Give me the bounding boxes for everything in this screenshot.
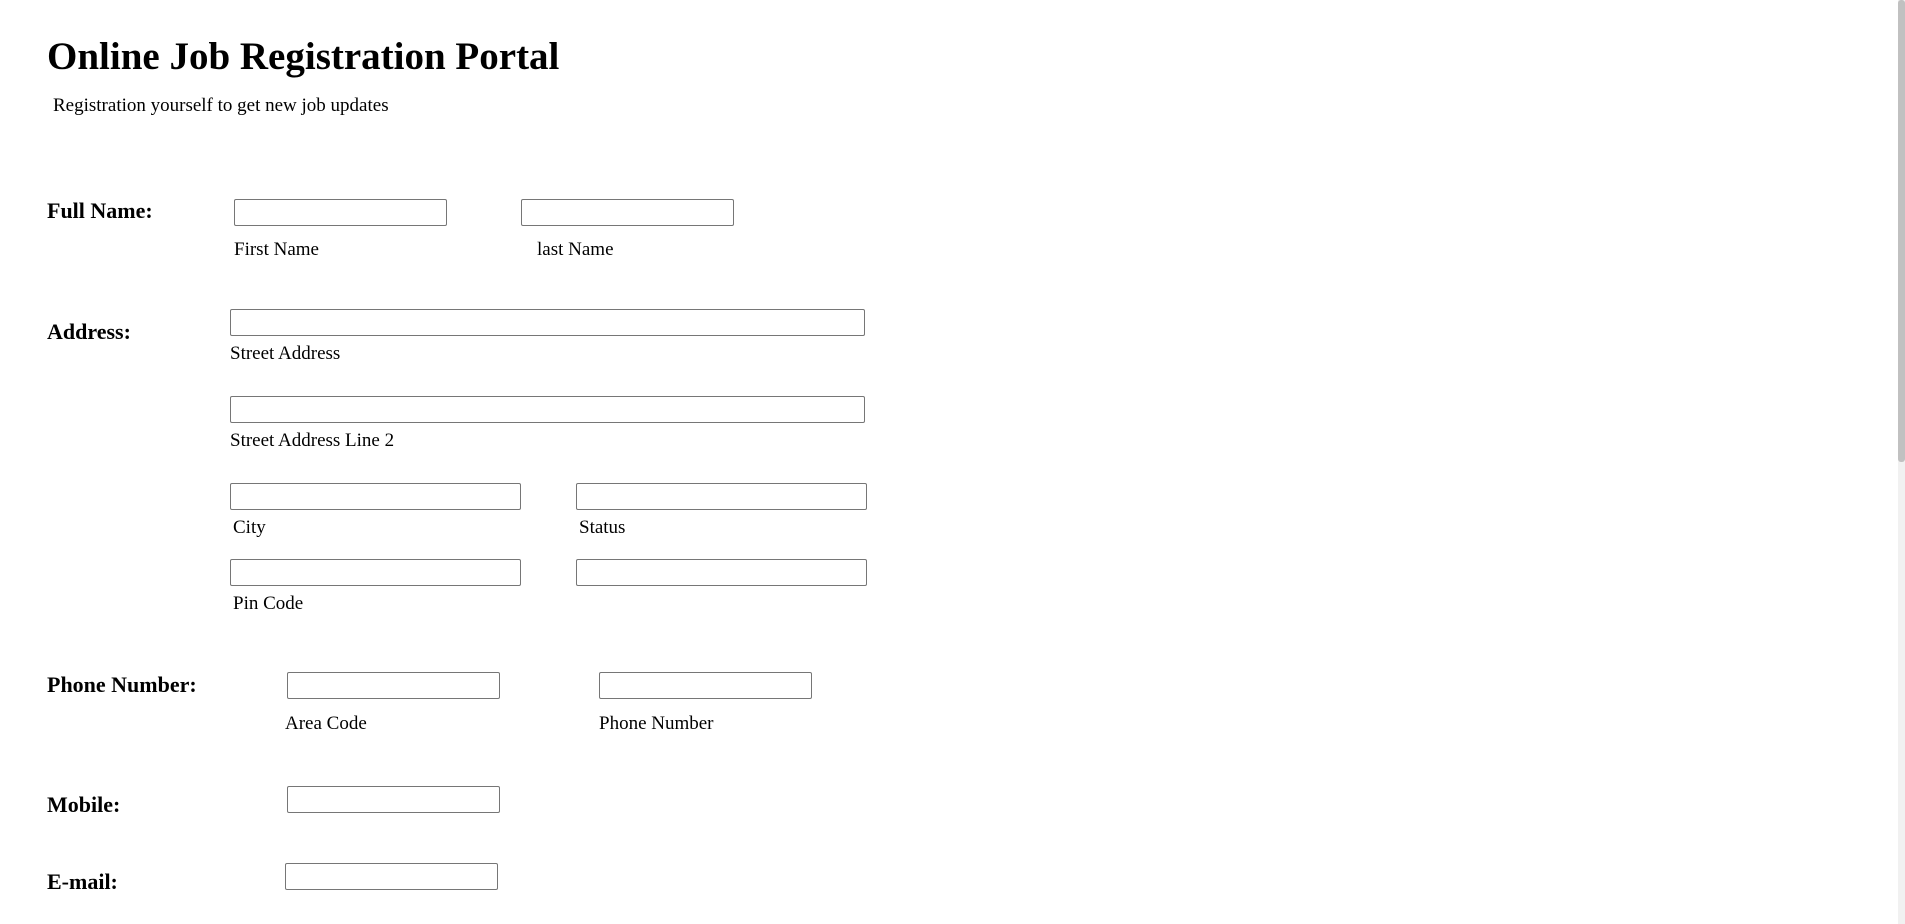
city-caption: City (233, 517, 266, 538)
mobile-input[interactable] (287, 786, 500, 813)
email-label: E-mail: (47, 869, 118, 894)
page-scrollbar[interactable] (1898, 0, 1905, 924)
pin-code-input[interactable] (230, 559, 521, 586)
last-name-input[interactable] (521, 199, 734, 226)
street-address-line2-caption: Street Address Line 2 (230, 430, 395, 451)
last-name-caption: last Name (537, 239, 614, 260)
registration-page: Online Job Registration Portal Registrat… (0, 0, 1905, 924)
area-code-input[interactable] (287, 672, 500, 699)
page-subtitle: Registration yourself to get new job upd… (53, 95, 389, 116)
scrollbar-thumb[interactable] (1898, 0, 1905, 462)
first-name-input[interactable] (234, 199, 447, 226)
page-title: Online Job Registration Portal (47, 35, 560, 78)
status-input[interactable] (576, 483, 867, 510)
status-caption: Status (579, 517, 626, 538)
city-input[interactable] (230, 483, 521, 510)
street-address-input[interactable] (230, 309, 865, 336)
mobile-label: Mobile: (47, 792, 121, 817)
area-code-caption: Area Code (285, 713, 367, 734)
street-address-caption: Street Address (230, 343, 341, 364)
phone-number-caption: Phone Number (599, 713, 714, 734)
email-input[interactable] (285, 863, 498, 890)
address-label: Address: (47, 319, 131, 344)
first-name-caption: First Name (234, 239, 319, 260)
address-extra-input[interactable] (576, 559, 867, 586)
phone-number-input[interactable] (599, 672, 812, 699)
full-name-label: Full Name: (47, 198, 153, 223)
street-address-line2-input[interactable] (230, 396, 865, 423)
phone-number-label: Phone Number: (47, 672, 197, 697)
pin-code-caption: Pin Code (233, 593, 304, 614)
